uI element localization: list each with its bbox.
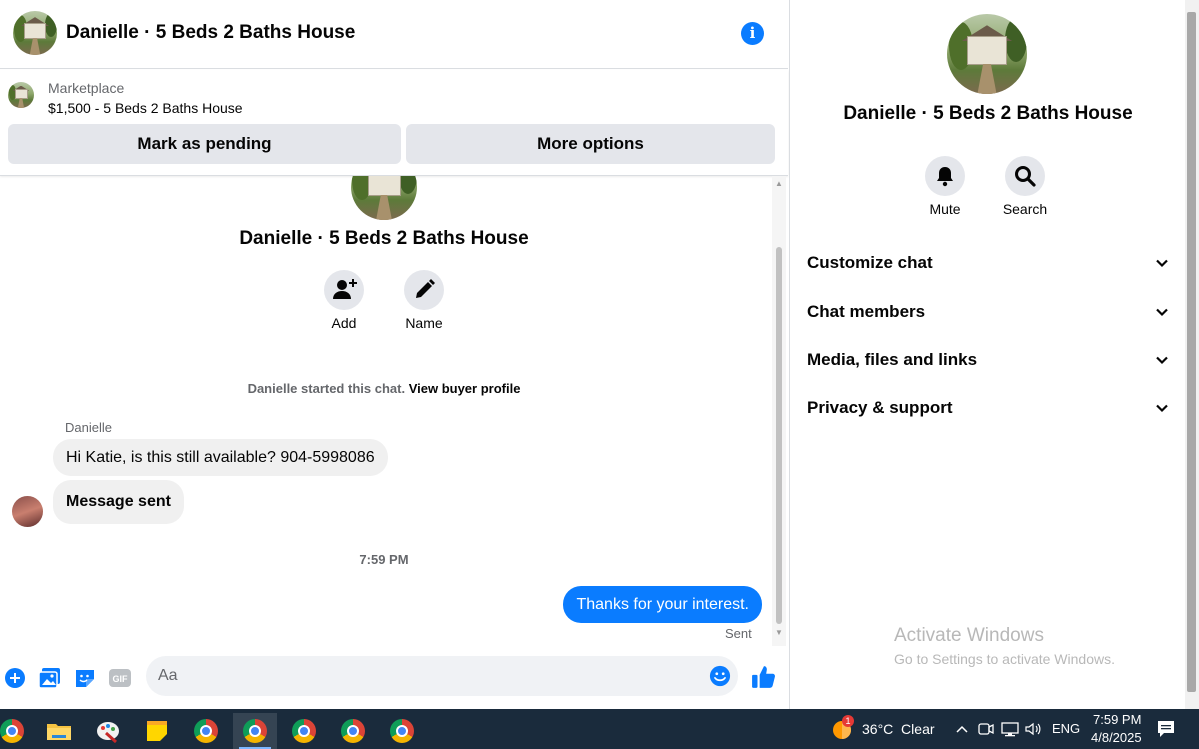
taskbar-chrome-profile-3[interactable] <box>282 713 326 749</box>
chat-scrollbar-thumb[interactable] <box>776 247 782 624</box>
outgoing-message[interactable]: Thanks for your interest. <box>563 586 762 623</box>
meet-now-icon[interactable] <box>978 721 994 737</box>
composer: GIF <box>0 650 788 706</box>
plus-circle-icon[interactable] <box>4 666 28 690</box>
scroll-down-arrow-icon[interactable]: ▼ <box>774 629 784 637</box>
search-icon <box>1015 166 1036 187</box>
chevron-down-icon <box>1156 259 1168 268</box>
taskbar: 1 36°C Clear ENG 7:59 PM 4/8/2025 <box>0 709 1199 749</box>
section-label: Customize chat <box>807 253 933 272</box>
page-scrollbar-thumb[interactable] <box>1187 12 1196 692</box>
info-panel-title: Danielle · 5 Beds 2 Baths House <box>843 103 1133 124</box>
incoming-message[interactable]: Message sent <box>53 480 184 524</box>
section-label: Privacy & support <box>807 398 953 417</box>
weather-widget[interactable]: 1 36°C Clear <box>830 715 940 743</box>
mute-label: Mute <box>929 201 961 217</box>
mark-as-pending-button[interactable]: Mark as pending <box>8 124 401 164</box>
sender-avatar[interactable] <box>12 496 43 527</box>
message-timestamp: 7:59 PM <box>359 552 409 567</box>
taskbar-sticky-notes[interactable] <box>135 713 179 749</box>
view-buyer-profile-link[interactable]: View buyer profile <box>409 381 521 396</box>
section-label: Chat members <box>807 302 926 321</box>
sender-name: Danielle <box>65 420 112 435</box>
add-person-button[interactable] <box>324 270 364 310</box>
weather-text: 36°C Clear <box>862 721 935 737</box>
palette-icon <box>97 722 119 743</box>
incoming-message[interactable]: Hi Katie, is this still available? 904-5… <box>53 439 388 476</box>
activate-windows-title: Activate Windows <box>894 625 1044 646</box>
taskbar-chrome-profile-2[interactable] <box>233 713 277 749</box>
search-label: Search <box>1002 201 1048 217</box>
name-label: Name <box>405 315 443 331</box>
mute-button[interactable] <box>925 156 965 196</box>
listing-bar: Marketplace $1,500 - 5 Beds 2 Baths Hous… <box>0 70 788 176</box>
chrome-icon <box>243 719 267 743</box>
chat-started-text: Danielle started this chat. <box>247 381 406 396</box>
emoji-icon[interactable] <box>709 665 731 687</box>
clock-time[interactable]: 7:59 PM <box>1093 712 1141 727</box>
add-person-icon <box>333 279 357 299</box>
message-input[interactable] <box>146 656 738 696</box>
taskbar-chrome-app[interactable] <box>0 713 34 749</box>
taskbar-chrome-profile-4[interactable] <box>331 713 375 749</box>
svg-text:GIF: GIF <box>113 674 129 684</box>
chevron-down-icon <box>1156 308 1168 317</box>
thumbs-up-icon[interactable] <box>751 664 777 690</box>
chrome-icon <box>390 719 414 743</box>
listing-thumbnail[interactable] <box>8 82 34 108</box>
pencil-icon <box>416 279 435 298</box>
info-icon[interactable]: i <box>741 22 764 45</box>
conversation-avatar <box>351 176 417 220</box>
chat-header: Danielle · 5 Beds 2 Baths House i <box>0 0 788 69</box>
taskbar-paint-app[interactable] <box>86 713 130 749</box>
chat-started-notice: Danielle started this chat. View buyer p… <box>0 381 768 396</box>
more-options-button[interactable]: More options <box>406 124 775 164</box>
chevron-up-icon[interactable] <box>955 723 969 735</box>
chrome-icon <box>292 719 316 743</box>
conversation-title[interactable]: Danielle · 5 Beds 2 Baths House <box>66 22 355 44</box>
name-button[interactable] <box>404 270 444 310</box>
section-media-files-links[interactable]: Media, files and links <box>807 345 1169 375</box>
notification-icon[interactable] <box>1157 720 1175 738</box>
taskbar-file-explorer[interactable] <box>37 713 81 749</box>
chevron-down-icon <box>1156 356 1168 365</box>
listing-price-title[interactable]: $1,500 - 5 Beds 2 Baths House <box>48 100 243 116</box>
sticker-icon[interactable] <box>73 666 97 690</box>
network-icon[interactable] <box>1001 721 1019 737</box>
listing-avatar[interactable] <box>13 11 57 55</box>
listing-source: Marketplace <box>48 80 125 96</box>
chevron-down-icon <box>1156 404 1168 413</box>
activate-windows-subtitle: Go to Settings to activate Windows. <box>894 651 1115 667</box>
scroll-up-arrow-icon[interactable]: ▲ <box>774 180 784 188</box>
gif-icon[interactable]: GIF <box>108 666 132 690</box>
clock-date[interactable]: 4/8/2025 <box>1091 730 1142 745</box>
message-list[interactable]: Danielle · 5 Beds 2 Baths House Add Name… <box>0 176 772 646</box>
photo-icon[interactable] <box>38 666 62 690</box>
section-label: Media, files and links <box>807 350 978 369</box>
chat-pane: Danielle · 5 Beds 2 Baths House i Market… <box>0 0 788 709</box>
info-panel-avatar[interactable] <box>947 14 1027 94</box>
section-privacy-support[interactable]: Privacy & support <box>807 393 1169 423</box>
volume-icon[interactable] <box>1024 721 1042 737</box>
chrome-icon <box>341 719 365 743</box>
language-indicator[interactable]: ENG <box>1052 721 1080 736</box>
weather-alert-badge: 1 <box>842 715 854 727</box>
search-button[interactable] <box>1005 156 1045 196</box>
chrome-icon <box>0 719 24 743</box>
chrome-icon <box>194 719 218 743</box>
conversation-name: Danielle · 5 Beds 2 Baths House <box>239 228 529 249</box>
chat-info-panel: Danielle · 5 Beds 2 Baths House Mute Sea… <box>789 0 1185 709</box>
bell-icon <box>937 167 953 187</box>
section-customize-chat[interactable]: Customize chat <box>807 248 1169 278</box>
folder-icon <box>47 724 71 740</box>
message-status: Sent <box>725 626 752 641</box>
taskbar-chrome-profile-5[interactable] <box>380 713 424 749</box>
section-chat-members[interactable]: Chat members <box>807 297 1169 327</box>
taskbar-chrome-profile-1[interactable] <box>184 713 228 749</box>
add-person-label: Add <box>331 315 357 331</box>
sticky-note-icon <box>147 721 167 741</box>
